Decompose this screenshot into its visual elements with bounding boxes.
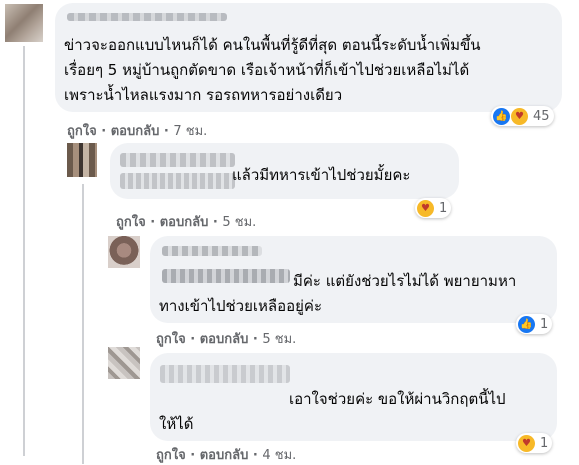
reaction-summary[interactable]: 👍 ♥ 45: [491, 106, 554, 126]
author-name-blurred[interactable]: [160, 365, 290, 383]
reply-button[interactable]: ตอบกลับ: [111, 124, 160, 139]
reply-button[interactable]: ตอบกลับ: [200, 332, 249, 347]
timestamp[interactable]: 4 ชม.: [262, 448, 296, 463]
comment-text: ข่าวจะออกแบบไหนก็ได้ คนในพื้นที่รู้ดีที่…: [64, 36, 481, 104]
timestamp[interactable]: 5 ชม.: [222, 215, 256, 230]
care-icon: ♥: [518, 434, 535, 452]
separator: ·: [190, 448, 196, 463]
like-button[interactable]: ถูกใจ: [67, 124, 97, 139]
separator: ·: [190, 332, 196, 347]
separator: ·: [252, 448, 258, 463]
care-icon: ♥: [511, 107, 528, 125]
comment-actions: ถูกใจ · ตอบกลับ · 5 ชม.: [156, 328, 296, 349]
reply-button[interactable]: ตอบกลับ: [200, 448, 249, 463]
like-button[interactable]: ถูกใจ: [116, 215, 146, 230]
separator: ·: [163, 124, 169, 139]
comment-text: แล้วมีทหารเข้าไปช่วยมั้ยคะ: [232, 166, 411, 184]
reaction-summary[interactable]: ♥ 1: [516, 433, 553, 453]
separator: ·: [252, 332, 258, 347]
text-blurred: [120, 173, 235, 189]
reply-button[interactable]: ตอบกลับ: [160, 215, 209, 230]
reaction-count: 1: [540, 316, 549, 332]
reaction-count: 1: [540, 435, 549, 451]
author-name-blurred[interactable]: [162, 246, 262, 256]
thread-line: [23, 46, 25, 456]
comment-bubble: แล้วมีทหารเข้าไปช่วยมั้ยคะ: [110, 143, 459, 199]
timestamp[interactable]: 5 ชม.: [262, 332, 296, 347]
comment-text: ทางเข้าไปช่วยเหลืออยู่ค่ะ: [159, 297, 323, 315]
separator: ·: [150, 215, 156, 230]
comment-actions: ถูกใจ · ตอบกลับ · 7 ชม.: [67, 120, 207, 141]
like-icon: 👍: [493, 107, 510, 125]
comment-bubble: ข่าวจะออกแบบไหนก็ได้ คนในพื้นที่รู้ดีที่…: [55, 3, 562, 112]
like-icon: 👍: [518, 315, 535, 333]
separator: ·: [212, 215, 218, 230]
reaction-count: 45: [533, 108, 550, 124]
author-name-blurred[interactable]: [120, 153, 235, 167]
avatar[interactable]: [5, 4, 43, 42]
avatar[interactable]: [108, 347, 140, 379]
reaction-count: 1: [439, 200, 448, 216]
comment-bubble: มีค่ะ แต่ยังช่วยไรไม่ได้ พยายามหา ทางเข้…: [150, 236, 557, 323]
text-blurred: [162, 269, 290, 283]
thread-line: [82, 184, 84, 464]
avatar[interactable]: [108, 236, 140, 268]
care-icon: ♥: [417, 199, 434, 217]
like-button[interactable]: ถูกใจ: [156, 332, 186, 347]
like-button[interactable]: ถูกใจ: [156, 448, 186, 463]
comment-bubble: เอาใจช่วยค่ะ ขอให้ผ่านวิกฤตนี้ไป ให้ได้: [150, 353, 557, 441]
author-name-blurred[interactable]: [67, 13, 227, 21]
comment-text: ให้ได้: [159, 415, 194, 433]
timestamp[interactable]: 7 ชม.: [173, 124, 207, 139]
comment-actions: ถูกใจ · ตอบกลับ · 5 ชม.: [116, 211, 256, 232]
avatar[interactable]: [67, 143, 97, 177]
reaction-summary[interactable]: 👍 1: [516, 314, 553, 334]
reaction-summary[interactable]: ♥ 1: [415, 198, 452, 218]
separator: ·: [101, 124, 107, 139]
comment-text: มีค่ะ แต่ยังช่วยไรไม่ได้ พยายามหา: [293, 272, 517, 290]
comment-text: เอาใจช่วยค่ะ ขอให้ผ่านวิกฤตนี้ไป: [289, 390, 506, 408]
comment-actions: ถูกใจ · ตอบกลับ · 4 ชม.: [156, 444, 296, 465]
